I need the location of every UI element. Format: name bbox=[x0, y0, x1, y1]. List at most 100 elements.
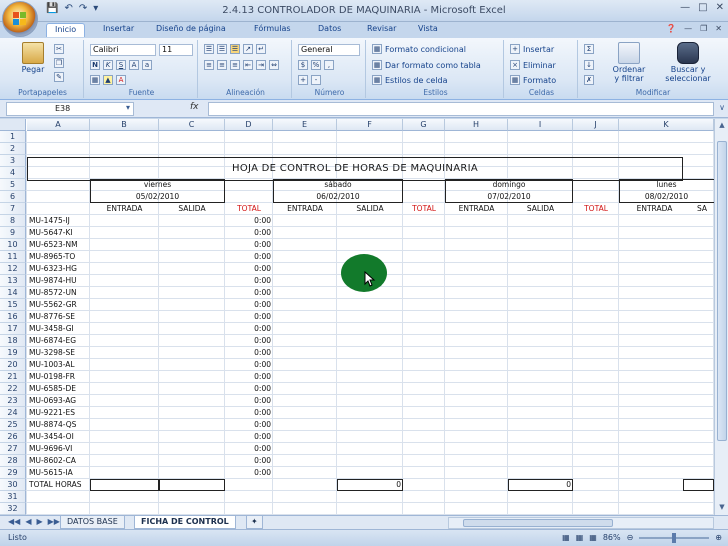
sub-header-salida-1[interactable]: SALIDA bbox=[159, 203, 225, 215]
sub-header-salida-4[interactable]: SALIDA bbox=[337, 203, 403, 215]
row-header-31[interactable]: 31 bbox=[0, 491, 26, 503]
total-horas-label[interactable]: TOTAL HORAS bbox=[27, 479, 89, 491]
align-middle-icon[interactable]: ☰ bbox=[217, 44, 227, 54]
align-right-icon[interactable]: ≡ bbox=[230, 60, 240, 70]
format-painter-button[interactable]: ✎ bbox=[54, 72, 64, 82]
row-header-20[interactable]: 20 bbox=[0, 359, 26, 371]
column-header-c[interactable]: C bbox=[159, 119, 225, 131]
total-viernes-cell[interactable]: 0:00 bbox=[225, 347, 273, 359]
office-button[interactable] bbox=[2, 1, 38, 37]
fill-color-icon[interactable]: ▲ bbox=[103, 75, 113, 85]
tab-datos[interactable]: Datos bbox=[318, 24, 341, 33]
machine-code[interactable]: MU-5615-IA bbox=[27, 467, 89, 479]
machine-code[interactable]: MU-3454-OI bbox=[27, 431, 89, 443]
machine-code[interactable]: MU-1003-AL bbox=[27, 359, 89, 371]
sheet-title[interactable]: HOJA DE CONTROL DE HORAS DE MAQUINARIA bbox=[27, 157, 683, 181]
last-sheet-icon[interactable]: ▶▶ bbox=[48, 517, 60, 526]
underline-icon[interactable]: S bbox=[116, 60, 126, 70]
total-viernes-cell[interactable]: 0:00 bbox=[225, 323, 273, 335]
next-sheet-icon[interactable]: ▶ bbox=[36, 517, 42, 526]
zoom-level[interactable]: 86% bbox=[603, 533, 621, 542]
total-viernes-cell[interactable]: 0:00 bbox=[225, 359, 273, 371]
horizontal-scroll-thumb[interactable] bbox=[463, 519, 613, 527]
machine-code[interactable]: MU-6874-EG bbox=[27, 335, 89, 347]
row-header-18[interactable]: 18 bbox=[0, 335, 26, 347]
conditional-format-button[interactable]: ▦ Formato condicional bbox=[372, 44, 466, 54]
close-workbook-icon[interactable]: ✕ bbox=[715, 24, 722, 33]
paste-button[interactable]: Pegar bbox=[16, 42, 50, 74]
italic-icon[interactable]: K bbox=[103, 60, 113, 70]
zoom-slider-thumb[interactable] bbox=[672, 532, 677, 543]
cell-styles-button[interactable]: ▦ Estilos de celda bbox=[372, 75, 447, 85]
align-top-icon[interactable]: ☰ bbox=[204, 44, 214, 54]
currency-icon[interactable]: $ bbox=[298, 60, 308, 70]
column-header-a[interactable]: A bbox=[27, 119, 90, 131]
insert-sheet-icon[interactable]: ✦ bbox=[246, 516, 263, 529]
day-name-0[interactable]: viernes bbox=[90, 179, 225, 191]
row-header-12[interactable]: 12 bbox=[0, 263, 26, 275]
row-header-17[interactable]: 17 bbox=[0, 323, 26, 335]
day-date-0[interactable]: 05/02/2010 bbox=[90, 191, 225, 203]
total-viernes-cell[interactable]: 0:00 bbox=[225, 263, 273, 275]
clear-icon[interactable]: ✗ bbox=[584, 75, 594, 85]
cut-button[interactable]: ✂ bbox=[54, 44, 64, 54]
row-header-21[interactable]: 21 bbox=[0, 371, 26, 383]
total-viernes-cell[interactable]: 0:00 bbox=[225, 299, 273, 311]
column-header-b[interactable]: B bbox=[90, 119, 159, 131]
comma-style-icon[interactable]: , bbox=[324, 60, 334, 70]
format-cells-button[interactable]: ▦ Formato bbox=[510, 75, 556, 85]
machine-code[interactable]: MU-9874-HU bbox=[27, 275, 89, 287]
zoom-out-icon[interactable]: ⊖ bbox=[627, 533, 634, 542]
row-header-7[interactable]: 7 bbox=[0, 203, 26, 215]
total-viernes-cell[interactable]: 0:00 bbox=[225, 239, 273, 251]
row-header-9[interactable]: 9 bbox=[0, 227, 26, 239]
machine-code[interactable]: MU-3298-SE bbox=[27, 347, 89, 359]
column-header-e[interactable]: E bbox=[273, 119, 337, 131]
day-date-2[interactable]: 07/02/2010 bbox=[445, 191, 573, 203]
row-header-24[interactable]: 24 bbox=[0, 407, 26, 419]
row-header-30[interactable]: 30 bbox=[0, 479, 26, 491]
machine-code[interactable]: MU-8776-SE bbox=[27, 311, 89, 323]
horizontal-scrollbar[interactable] bbox=[448, 517, 714, 529]
row-header-32[interactable]: 32 bbox=[0, 503, 26, 515]
sheet-tab-ficha-control[interactable]: FICHA DE CONTROL bbox=[134, 516, 236, 529]
day-name-3[interactable]: lunes bbox=[619, 179, 714, 191]
sub-header-total-5[interactable]: TOTAL bbox=[403, 203, 445, 215]
column-header-j[interactable]: J bbox=[573, 119, 619, 131]
vertical-scrollbar[interactable]: ▲ ▼ bbox=[714, 119, 728, 515]
wrap-text-icon[interactable]: ↵ bbox=[256, 44, 266, 54]
find-select-button[interactable]: Buscar y seleccionar bbox=[658, 42, 718, 83]
column-header-k[interactable]: K bbox=[619, 119, 714, 131]
row-header-28[interactable]: 28 bbox=[0, 455, 26, 467]
prev-sheet-icon[interactable]: ◀ bbox=[25, 517, 31, 526]
tab-vista[interactable]: Vista bbox=[418, 24, 438, 33]
page-layout-view-icon[interactable]: ▦ bbox=[576, 533, 584, 542]
row-header-22[interactable]: 22 bbox=[0, 383, 26, 395]
machine-code[interactable]: MU-6585-DE bbox=[27, 383, 89, 395]
row-header-26[interactable]: 26 bbox=[0, 431, 26, 443]
row-header-27[interactable]: 27 bbox=[0, 443, 26, 455]
normal-view-icon[interactable]: ▦ bbox=[562, 533, 570, 542]
column-header-f[interactable]: F bbox=[337, 119, 403, 131]
decrease-indent-icon[interactable]: ⇤ bbox=[243, 60, 253, 70]
machine-code[interactable]: MU-8965-TO bbox=[27, 251, 89, 263]
total-viernes-cell[interactable]: 0:00 bbox=[225, 371, 273, 383]
row-header-1[interactable]: 1 bbox=[0, 131, 26, 143]
day-name-2[interactable]: domingo bbox=[445, 179, 573, 191]
sub-header-total-2[interactable]: TOTAL bbox=[225, 203, 273, 215]
total-viernes-cell[interactable]: 0:00 bbox=[225, 215, 273, 227]
row-header-29[interactable]: 29 bbox=[0, 467, 26, 479]
fill-icon[interactable]: ↓ bbox=[584, 60, 594, 70]
sub-header-salida-7[interactable]: SALIDA bbox=[508, 203, 573, 215]
autosum-icon[interactable]: Σ bbox=[584, 44, 594, 54]
tab-insertar[interactable]: Insertar bbox=[103, 24, 134, 33]
total-viernes-cell[interactable]: 0:00 bbox=[225, 431, 273, 443]
maximize-icon[interactable]: □ bbox=[698, 2, 707, 13]
delete-cells-button[interactable]: × Eliminar bbox=[510, 60, 556, 70]
number-format-combo[interactable]: General bbox=[298, 44, 360, 56]
total-viernes-cell[interactable]: 0:00 bbox=[225, 251, 273, 263]
total-viernes-cell[interactable]: 0:00 bbox=[225, 395, 273, 407]
format-as-table-button[interactable]: ▦ Dar formato como tabla bbox=[372, 60, 481, 70]
decrease-decimal-icon[interactable]: - bbox=[311, 75, 321, 85]
total-viernes-cell[interactable]: 0:00 bbox=[225, 335, 273, 347]
